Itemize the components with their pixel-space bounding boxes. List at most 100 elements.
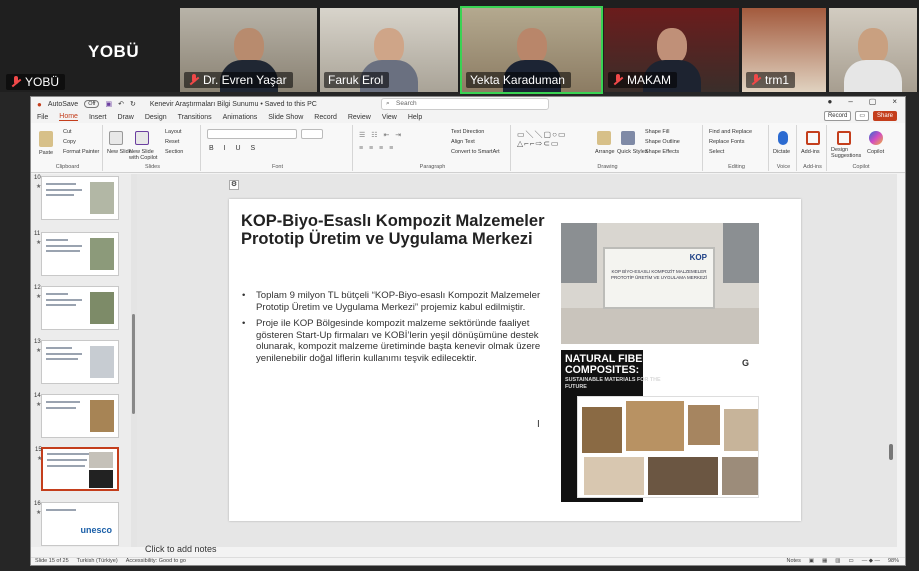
participant-tile[interactable]: trm1 [742, 8, 826, 92]
copy-button[interactable]: Copy [63, 139, 76, 145]
paste-label[interactable]: Paste [39, 150, 53, 156]
list-buttons[interactable]: ☰ ☷ ⇤ ⇥ [359, 131, 403, 139]
notes-toggle[interactable]: Notes [787, 558, 801, 564]
slide-thumbnail[interactable]: 16 ★ unesco [34, 501, 119, 546]
font-size-select[interactable] [301, 129, 323, 139]
arrange-label[interactable]: Arrange [595, 149, 615, 155]
close-icon[interactable]: × [892, 97, 897, 106]
nf-subtitle: SUSTAINABLE MATERIALS FOR THE FUTURE [565, 377, 661, 390]
sign-text: KOP BİYO-ESASLI KOMPOZİT MALZEMELER PROT… [610, 269, 708, 280]
zoom-level[interactable]: 98% [888, 558, 899, 564]
paste-icon[interactable] [39, 131, 53, 147]
maximize-icon[interactable]: ▢ [869, 97, 877, 106]
designer-icon[interactable] [837, 131, 851, 145]
redo-icon[interactable]: ↻ [130, 100, 136, 108]
menu-slide-show[interactable]: Slide Show [268, 114, 303, 121]
participant-tile[interactable]: Faruk Erol [320, 8, 458, 92]
participant-tile[interactable]: MAKAM [604, 8, 739, 92]
slideshow-icon[interactable]: ▭ [848, 558, 853, 564]
slide-title[interactable]: KOP-Biyo-Esaslı Kompozit Malzemeler Prot… [241, 212, 557, 248]
center-sign-photo[interactable]: KOP KOP BİYO-ESASLI KOMPOZİT MALZEMELER … [561, 223, 759, 344]
font-name-select[interactable] [207, 129, 297, 139]
font-format-buttons[interactable]: B I U S [209, 145, 259, 152]
design-suggestions-label[interactable]: Design Suggestions [831, 147, 863, 159]
replace-fonts-button[interactable]: Replace Fonts [709, 139, 744, 145]
participant-tile-active[interactable]: Yekta Karaduman [460, 6, 603, 94]
shape-outline-button[interactable]: Shape Outline [645, 139, 680, 145]
accessibility-status[interactable]: Accessibility: Good to go [126, 558, 186, 564]
cut-button[interactable]: Cut [63, 129, 72, 135]
copilot-icon[interactable] [869, 131, 883, 145]
menu-design[interactable]: Design [145, 114, 167, 121]
layout-button[interactable]: Layout [165, 129, 182, 135]
select-button[interactable]: Select [709, 149, 724, 155]
addins-label[interactable]: Add-ins [801, 149, 820, 155]
convert-smartart-button[interactable]: Convert to SmartArt [451, 149, 500, 155]
slide-body[interactable]: Toplam 9 milyon TL bütçeli “KOP-Biyo-esa… [241, 290, 561, 370]
zoom-slider[interactable]: — ◆ — [862, 558, 880, 564]
reading-view-icon[interactable]: ▥ [835, 558, 840, 564]
slide[interactable]: KOP-Biyo-Esaslı Kompozit Malzemeler Prot… [229, 199, 801, 521]
slide-thumbnail[interactable]: 13 ★ [34, 339, 119, 384]
menu-record[interactable]: Record [314, 114, 337, 121]
participant-tile[interactable]: Dr. Evren Yaşar [180, 8, 317, 92]
reset-button[interactable]: Reset [165, 139, 179, 145]
notes-placeholder[interactable]: Click to add notes [145, 544, 217, 554]
addins-icon[interactable] [806, 131, 820, 145]
present-icon[interactable]: ▭ [855, 111, 869, 121]
slide-options-icon[interactable]: ⚙ [229, 180, 239, 190]
undo-icon[interactable]: ↶ [118, 100, 124, 108]
shape-fill-button[interactable]: Shape Fill [645, 129, 669, 135]
copilot-label[interactable]: Copilot [867, 149, 884, 155]
format-painter-button[interactable]: Format Painter [63, 149, 99, 155]
share-button[interactable]: Share [872, 111, 897, 121]
find-replace-button[interactable]: Find and Replace [709, 129, 752, 135]
search-input[interactable]: ⌕ Search [381, 98, 549, 110]
new-slide-icon[interactable] [109, 131, 123, 145]
menu-animations[interactable]: Animations [223, 114, 258, 121]
microphone-icon[interactable] [778, 131, 788, 145]
host-tile[interactable]: YOBÜ [2, 66, 176, 92]
section-button[interactable]: Section [165, 149, 183, 155]
slide-thumbnail-selected[interactable]: 15 ★ [35, 447, 119, 491]
quick-styles-icon[interactable] [621, 131, 635, 145]
language-status[interactable]: Turkish (Türkiye) [77, 558, 118, 564]
bullet-item[interactable]: Toplam 9 milyon TL bütçeli “KOP-Biyo-esa… [241, 290, 561, 313]
scrollbar-thumb[interactable] [132, 314, 135, 414]
quick-styles-label[interactable]: Quick Styles [617, 149, 648, 155]
new-slide-copilot-label[interactable]: New Slide with Copilot [129, 149, 159, 161]
autosave-toggle[interactable]: Off [84, 100, 100, 108]
new-slide-copilot-icon[interactable] [135, 131, 149, 145]
menu-view[interactable]: View [382, 114, 397, 121]
document-title[interactable]: Kenevir Araştırmaları Bilgi Sunumu • Sav… [150, 101, 317, 108]
slide-thumbnail[interactable]: 12 ★ [34, 285, 119, 330]
slide-thumbnail[interactable]: 11 ★ [34, 231, 119, 276]
shape-effects-button[interactable]: Shape Effects [645, 149, 679, 155]
natural-fiber-image[interactable]: NATURAL FIBER COMPOSITES: SUSTAINABLE MA… [561, 350, 761, 502]
shapes-gallery-row2[interactable]: △⌐⌐⇨⊂▭ [517, 139, 559, 148]
record-button[interactable]: Record [823, 111, 852, 121]
menu-insert[interactable]: Insert [89, 114, 107, 121]
menu-help[interactable]: Help [408, 114, 422, 121]
slide-thumbnail[interactable]: 10 ★ [34, 175, 119, 220]
host-name: YOBÜ [25, 75, 60, 89]
align-buttons[interactable]: ≡ ≡ ≡ ≡ [359, 145, 395, 152]
menu-home[interactable]: Home [59, 113, 78, 121]
menu-transitions[interactable]: Transitions [178, 114, 212, 121]
normal-view-icon[interactable]: ▣ [809, 558, 814, 564]
save-icon[interactable]: ▣ [105, 100, 112, 108]
menu-draw[interactable]: Draw [117, 114, 133, 121]
menu-file[interactable]: File [37, 114, 48, 121]
minimize-icon[interactable]: – [848, 97, 852, 106]
slide-sorter-icon[interactable]: ▦ [822, 558, 827, 564]
menu-review[interactable]: Review [348, 114, 371, 121]
arrange-icon[interactable] [597, 131, 611, 145]
canvas-scrollbar-thumb[interactable] [889, 444, 893, 460]
text-direction-button[interactable]: Text Direction [451, 129, 484, 135]
align-text-button[interactable]: Align Text [451, 139, 475, 145]
slide-thumbnail[interactable]: 14 ★ [34, 393, 119, 438]
account-avatar[interactable]: ● [827, 97, 832, 106]
bullet-item[interactable]: Proje ile KOP Bölgesinde kompozit malzem… [241, 318, 561, 364]
participant-tile[interactable] [829, 8, 917, 92]
dictate-label[interactable]: Dictate [773, 149, 790, 155]
